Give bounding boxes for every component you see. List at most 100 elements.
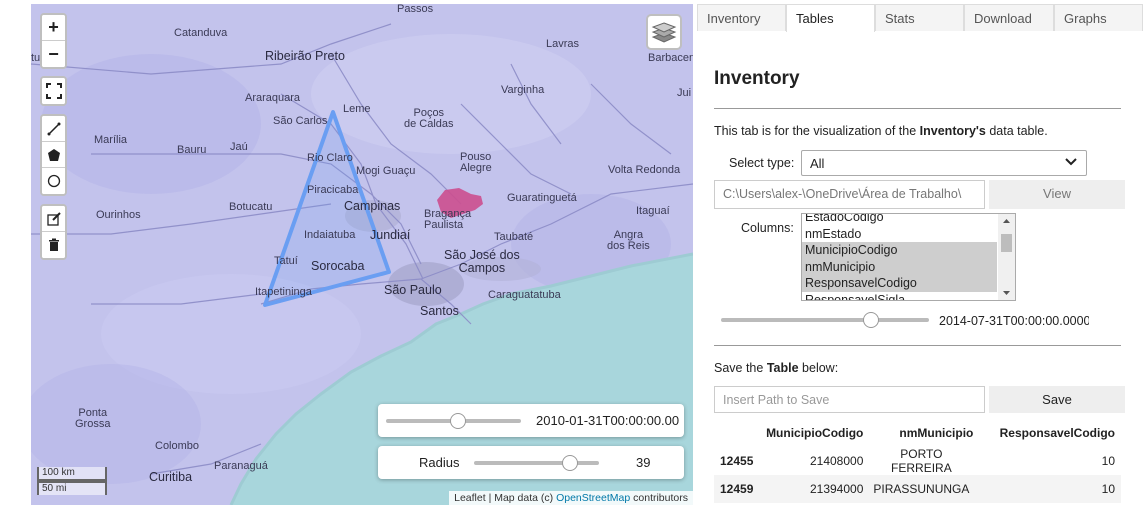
edit-icon	[46, 211, 61, 226]
radius-slider-thumb[interactable]	[562, 455, 578, 471]
scale-bar: 100 km 50 mi	[37, 467, 107, 495]
city-label: Araraquara	[245, 92, 301, 104]
city-label: Indaiatuba	[304, 229, 356, 241]
city-label: Botucatu	[229, 201, 273, 213]
tab-graphs[interactable]: Graphs	[1054, 4, 1143, 31]
city-label: Guaratinguetá	[507, 192, 577, 204]
column-option[interactable]: nmEstado	[802, 226, 997, 243]
tab-bar: Inventory Tables Stats Download Graphs	[697, 4, 1143, 32]
time-slider-thumb[interactable]	[450, 413, 466, 429]
columns-listbox[interactable]: EstadoCodigo nmEstado MunicipioCodigo nm…	[801, 213, 1016, 301]
save-path-input[interactable]: Insert Path to Save	[714, 386, 985, 413]
city-label: Tatuí	[274, 255, 298, 267]
date-slider-track[interactable]	[721, 318, 929, 322]
date-slider-value: 2014-07-31T00:00:00.0000	[939, 314, 1089, 328]
city-label: São Paulo	[384, 283, 442, 297]
scrollbar-arrows	[1001, 219, 1012, 295]
city-label: Pouso Alegre	[460, 151, 492, 174]
edit-layers-button[interactable]	[42, 206, 65, 232]
radius-slider-track[interactable]	[474, 461, 599, 465]
layers-icon	[651, 22, 677, 43]
map-attribution: Leaflet | Map data (c) OpenStreetMap con…	[449, 491, 693, 505]
zoom-control: + −	[40, 13, 67, 69]
time-slider-control: 2010-01-31T00:00:00.00	[378, 404, 684, 437]
draw-toolbar	[40, 114, 67, 196]
city-label: Mogi Guaçu	[356, 165, 416, 177]
fullscreen-button[interactable]	[42, 78, 65, 104]
column-header	[714, 419, 759, 447]
city-label: São Carlos	[273, 115, 328, 127]
column-option[interactable]: MunicipioCodigo	[802, 242, 997, 259]
table-row: 12459 21394000 PIRASSUNUNGA 10	[714, 475, 1121, 503]
table-cell: 10	[979, 475, 1121, 503]
table-row: 12455 21408000 PORTO FERREIRA 10	[714, 447, 1121, 475]
city-label: São José dos Campos	[444, 248, 520, 275]
save-button[interactable]: Save	[989, 386, 1125, 413]
tab-tables[interactable]: Tables	[786, 4, 875, 32]
osm-link[interactable]: OpenStreetMap	[556, 492, 630, 504]
draw-polyline-button[interactable]	[42, 116, 65, 142]
city-label: Angra dos Reis	[607, 229, 650, 252]
city-label: Ribeirão Preto	[265, 49, 345, 63]
attribution-suffix: contributors	[630, 492, 688, 504]
city-label: Taubaté	[494, 231, 534, 243]
tab-download[interactable]: Download	[964, 4, 1054, 31]
column-option[interactable]: EstadoCodigo	[802, 214, 997, 226]
data-table: MunicipioCodigo nmMunicipio ResponsavelC…	[714, 419, 1121, 503]
side-panel: Inventory Tables Stats Download Graphs I…	[697, 0, 1143, 509]
column-option[interactable]: ResponsavelSigla	[802, 292, 997, 301]
delete-layers-button[interactable]	[42, 232, 65, 258]
table-cell: PORTO FERREIRA	[891, 447, 952, 475]
radius-slider-control: Radius 39	[378, 446, 684, 479]
radius-label: Radius	[419, 455, 460, 470]
select-type-dropdown[interactable]: All	[801, 150, 1087, 176]
zoom-in-button[interactable]: +	[42, 15, 65, 41]
path-input[interactable]: C:\Users\alex-\OneDrive\Área de Trabalho…	[714, 180, 985, 209]
view-button[interactable]: View	[989, 180, 1125, 209]
tab-stats[interactable]: Stats	[875, 4, 964, 31]
city-label: Jundiaí	[370, 228, 411, 242]
date-slider-thumb[interactable]	[863, 312, 879, 328]
layers-button[interactable]	[646, 14, 682, 50]
scale-km: 100 km	[37, 467, 107, 481]
columns-label: Columns:	[741, 221, 794, 235]
city-label: Ourinhos	[96, 209, 141, 221]
column-option[interactable]: nmMunicipio	[802, 258, 997, 275]
zoom-out-button[interactable]: −	[42, 41, 65, 67]
map-view[interactable]: Passos Catanduva tuba Ribeirão Preto Lav…	[31, 4, 693, 505]
city-label: Caraguatatuba	[488, 289, 561, 301]
select-type-label: Select type:	[729, 156, 795, 170]
draw-polygon-button[interactable]	[42, 142, 65, 168]
polyline-icon	[47, 122, 60, 135]
save-post: below:	[798, 361, 839, 375]
city-label: Catanduva	[174, 27, 228, 39]
city-label: Sorocaba	[311, 259, 365, 273]
column-header: ResponsavelCodigo	[999, 426, 1115, 440]
divider	[714, 108, 1121, 109]
divider	[714, 345, 1121, 346]
city-label: Volta Redonda	[608, 164, 681, 176]
city-label: Passos	[397, 4, 434, 15]
description-pre: This tab is for the visualization of the	[714, 124, 920, 138]
city-label: Bauru	[177, 144, 207, 156]
column-header: MunicipioCodigo	[766, 426, 864, 440]
table-cell: 10	[1101, 454, 1115, 468]
city-label: Curitiba	[149, 470, 193, 484]
columns-scrollbar[interactable]	[998, 214, 1015, 300]
column-option[interactable]: ResponsavelCodigo	[802, 275, 997, 292]
chevron-down-icon	[1065, 158, 1077, 166]
city-label: Itapetininga	[255, 286, 312, 298]
table-cell: PIRASSUNUNGA	[869, 475, 980, 503]
city-label: Jaú	[230, 141, 248, 153]
attribution-prefix: Leaflet | Map data (c)	[454, 492, 557, 504]
table-header-row: MunicipioCodigo nmMunicipio ResponsavelC…	[714, 419, 1121, 447]
save-bold: Table	[766, 361, 799, 375]
city-label: Piracicaba	[307, 184, 359, 196]
scale-mi: 50 mi	[37, 481, 107, 495]
tab-inventory[interactable]: Inventory	[697, 4, 786, 31]
save-pre: Save the	[714, 361, 767, 375]
polygon-icon	[47, 148, 60, 161]
draw-circle-button[interactable]	[42, 168, 65, 194]
city-label: Jui	[677, 87, 692, 99]
trash-icon	[48, 238, 59, 251]
